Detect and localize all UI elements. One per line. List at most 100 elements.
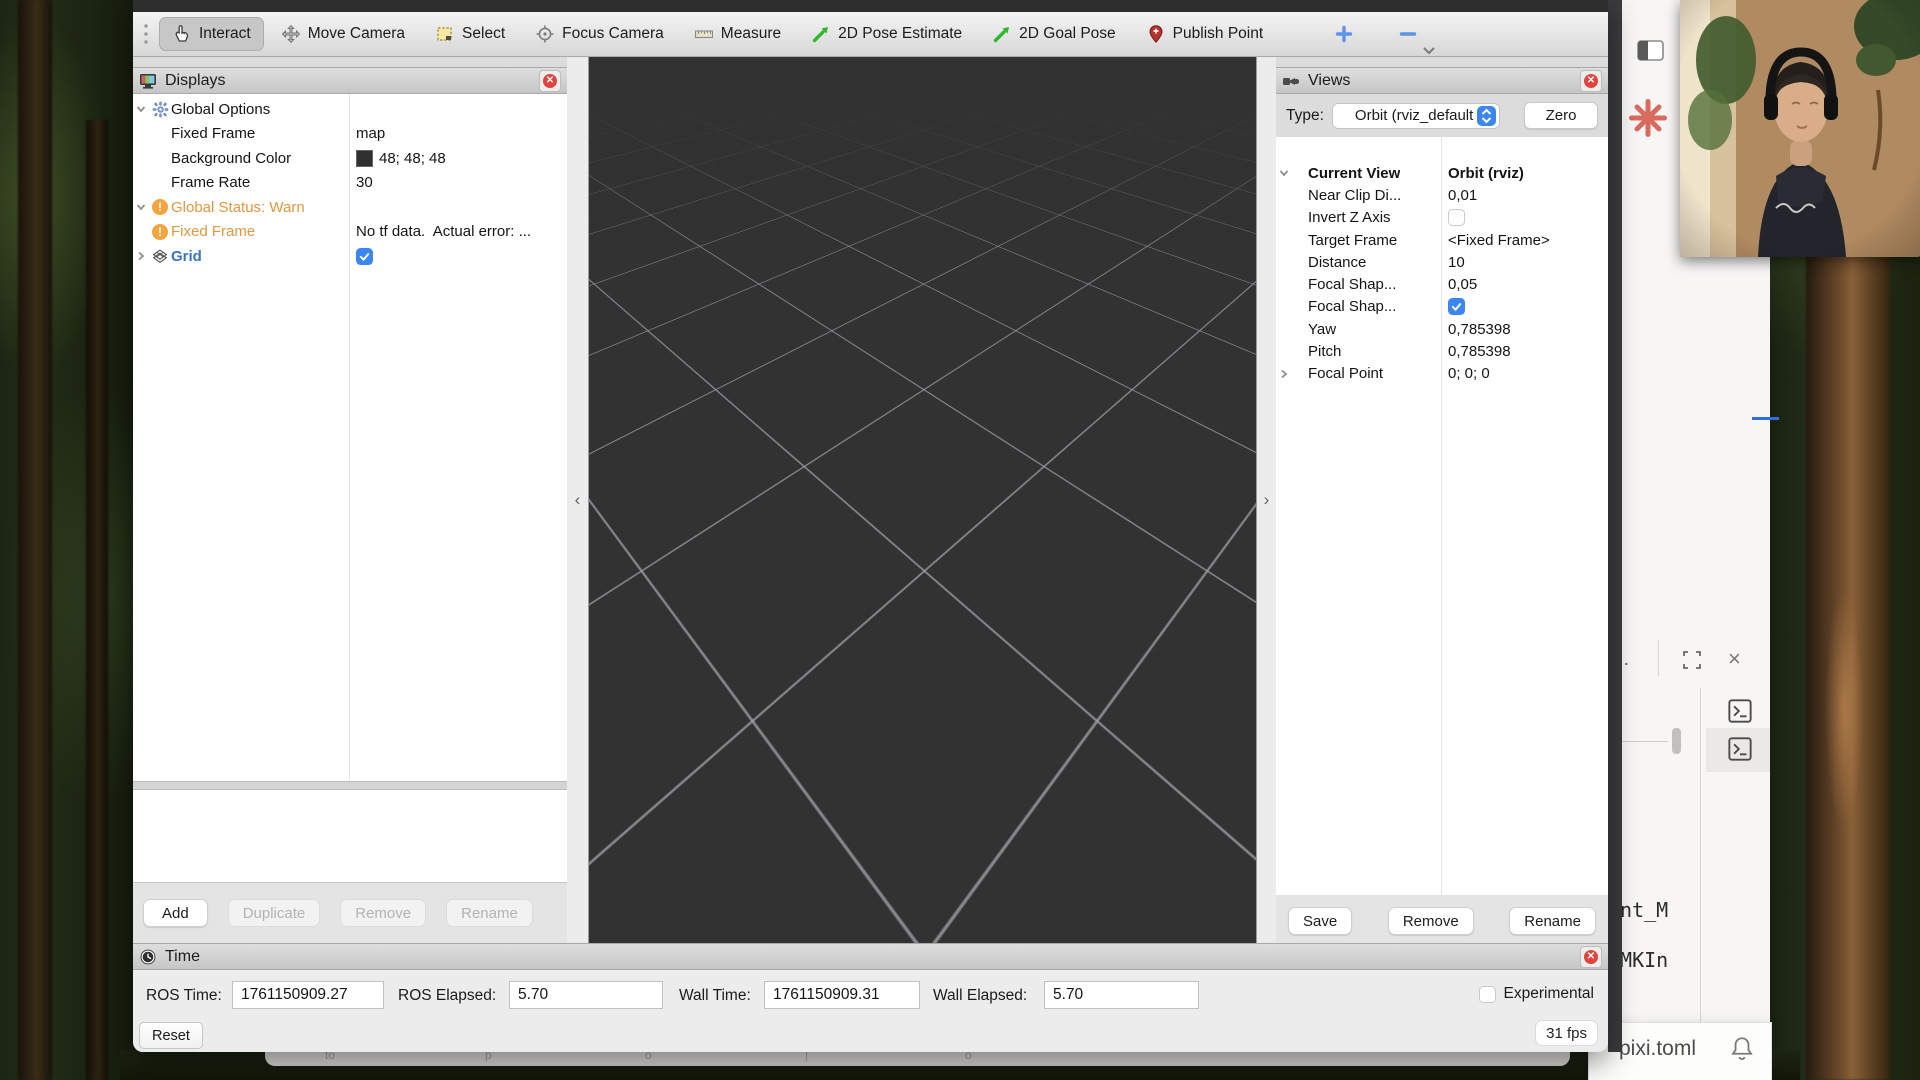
views-close-button[interactable]: ✕	[1580, 70, 1602, 92]
chevron-down-icon[interactable]	[1276, 167, 1292, 179]
property-value[interactable]	[1448, 209, 1465, 226]
property-value-text: No tf data. Actual error: ...	[356, 223, 531, 240]
property-value[interactable]: map	[356, 125, 385, 142]
property-value-text: <Fixed Frame>	[1448, 232, 1550, 249]
property-row[interactable]: Focal Point0; 0; 0	[1276, 363, 1608, 385]
remove-tool-button[interactable]	[1398, 24, 1418, 44]
ros-time-field[interactable]	[232, 981, 384, 1009]
reset-button[interactable]: Reset	[139, 1022, 203, 1049]
property-row[interactable]: Invert Z Axis	[1276, 207, 1608, 229]
property-row[interactable]: Frame Rate30	[133, 171, 567, 196]
chevron-right-icon[interactable]	[1276, 368, 1292, 380]
add-tool-button[interactable]	[1334, 24, 1354, 44]
property-value[interactable]: Orbit (rviz)	[1448, 165, 1524, 182]
property-value[interactable]: 30	[356, 174, 373, 191]
zero-button[interactable]: Zero	[1524, 102, 1598, 129]
tool-2d-goal-pose[interactable]: 2D Goal Pose	[979, 17, 1129, 51]
displays-splitter[interactable]	[133, 781, 567, 790]
scrollbar[interactable]	[1672, 728, 1681, 754]
remove-button[interactable]: Remove	[1388, 907, 1474, 935]
property-label: Focal Shap...	[1308, 276, 1396, 293]
property-value[interactable]	[1448, 298, 1465, 315]
time-panel-header[interactable]: Time ✕	[133, 943, 1608, 970]
tool-2d-pose-estimate[interactable]: 2D Pose Estimate	[798, 17, 975, 51]
property-label: Fixed Frame	[171, 125, 255, 142]
property-row[interactable]: Global Options	[133, 97, 567, 122]
property-row[interactable]: Background Color48; 48; 48	[133, 146, 567, 171]
measure-ruler-icon	[694, 24, 714, 44]
monitor-icon	[139, 72, 157, 90]
experimental-label: Experimental	[1504, 985, 1594, 1003]
checkbox-checked[interactable]	[1448, 298, 1465, 315]
collapse-left-icon[interactable]: ‹	[575, 490, 581, 510]
close-icon[interactable]: ×	[1728, 646, 1741, 672]
property-row[interactable]: Pitch0,785398	[1276, 340, 1608, 362]
property-row[interactable]: Grid	[133, 244, 567, 269]
blue-accent-line	[1752, 417, 1779, 420]
save-button[interactable]: Save	[1288, 907, 1352, 935]
views-property-tree: Current ViewOrbit (rviz)Near Clip Di...0…	[1276, 137, 1608, 920]
experimental-checkbox[interactable]	[1479, 986, 1496, 1003]
chevron-down-icon[interactable]	[133, 201, 149, 213]
toolbar-overflow-chevron-down-icon[interactable]	[1421, 44, 1437, 58]
terminal-icon[interactable]	[1727, 698, 1753, 724]
rename-button[interactable]: Rename	[1509, 907, 1596, 935]
property-value[interactable]: 0,01	[1448, 187, 1477, 204]
property-value-text: Orbit (rviz)	[1448, 165, 1524, 182]
property-value[interactable]: No tf data. Actual error: ...	[356, 223, 531, 240]
checkbox-unchecked[interactable]	[1448, 209, 1465, 226]
collapse-right-icon[interactable]: ›	[1264, 490, 1270, 510]
displays-panel-header[interactable]: Displays ✕	[133, 67, 567, 94]
tool-publish-point[interactable]: Publish Point	[1133, 17, 1276, 51]
property-row[interactable]: Near Clip Di...0,01	[1276, 184, 1608, 206]
tool-focus-camera[interactable]: Focus Camera	[522, 17, 677, 51]
dropdown-stepper-icon[interactable]	[1477, 106, 1496, 126]
checkbox-checked[interactable]	[356, 248, 373, 265]
tool-move-camera[interactable]: Move Camera	[268, 17, 418, 51]
toolbar-grip-handle[interactable]	[143, 21, 149, 47]
property-row[interactable]: Target Frame<Fixed Frame>	[1276, 229, 1608, 251]
displays-panel-title: Displays	[165, 72, 531, 90]
displays-close-button[interactable]: ✕	[539, 70, 561, 92]
property-value[interactable]	[356, 248, 373, 265]
wall-time-field[interactable]	[764, 981, 920, 1009]
property-row[interactable]: Yaw0,785398	[1276, 318, 1608, 340]
time-close-button[interactable]: ✕	[1580, 946, 1602, 968]
pose-arrow-icon	[811, 24, 831, 44]
property-value[interactable]: 48; 48; 48	[356, 150, 446, 167]
rename-button: Rename	[446, 899, 533, 927]
chevron-right-icon[interactable]	[133, 250, 149, 262]
views-panel-header[interactable]: Views ✕	[1276, 67, 1608, 94]
property-value-text: 0,05	[1448, 276, 1477, 293]
property-row[interactable]: Focal Shap... 0,05	[1276, 273, 1608, 295]
property-row[interactable]: Focal Shap...	[1276, 296, 1608, 318]
left-panel-collapse-handle[interactable]: ‹	[567, 57, 588, 943]
property-value[interactable]: 10	[1448, 254, 1465, 271]
3d-viewport[interactable]	[588, 57, 1257, 943]
ros-elapsed-field[interactable]	[509, 981, 663, 1009]
property-value[interactable]: 0; 0; 0	[1448, 365, 1490, 382]
property-row[interactable]: Fixed Frame map	[133, 122, 567, 147]
bell-icon[interactable]	[1729, 1035, 1755, 1063]
property-row[interactable]: Distance10	[1276, 251, 1608, 273]
property-value[interactable]: 0,785398	[1448, 343, 1511, 360]
maximize-icon[interactable]	[1680, 648, 1704, 672]
terminal-icon[interactable]	[1727, 736, 1753, 762]
property-value[interactable]: 0,05	[1448, 276, 1477, 293]
chevron-down-icon[interactable]	[133, 103, 149, 115]
layout-panel-icon[interactable]	[1636, 38, 1666, 64]
property-row[interactable]: !Fixed FrameNo tf data. Actual error: ..…	[133, 220, 567, 245]
right-panel-collapse-handle[interactable]: ›	[1257, 57, 1276, 943]
wall-elapsed-field[interactable]	[1044, 981, 1199, 1009]
experimental-toggle[interactable]: Experimental	[1479, 985, 1594, 1003]
property-value[interactable]: <Fixed Frame>	[1448, 232, 1550, 249]
add-button[interactable]: Add	[143, 899, 208, 927]
tool-select[interactable]: Select	[422, 17, 518, 51]
rviz-titlebar-edge	[133, 0, 1608, 12]
property-value[interactable]: 0,785398	[1448, 321, 1511, 338]
property-row[interactable]: !Global Status: Warn	[133, 195, 567, 220]
tool-interact[interactable]: Interact	[159, 17, 264, 51]
view-type-dropdown[interactable]: Orbit (rviz_default	[1332, 103, 1500, 129]
property-row[interactable]: Current ViewOrbit (rviz)	[1276, 162, 1608, 184]
tool-measure[interactable]: Measure	[681, 17, 794, 51]
